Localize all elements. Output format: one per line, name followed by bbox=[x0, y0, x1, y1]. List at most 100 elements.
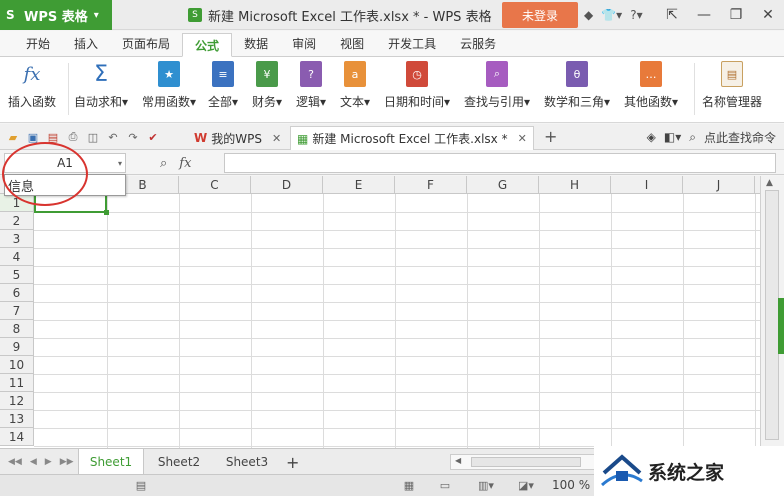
close-icon[interactable]: ✕ bbox=[752, 0, 784, 30]
lookup-functions-button[interactable]: ⌕ 查找与引用▾ bbox=[464, 61, 530, 119]
row-header[interactable]: 4 bbox=[0, 248, 34, 266]
add-tab-icon[interactable]: + bbox=[544, 127, 557, 146]
page-layout-icon[interactable]: ▭ bbox=[438, 479, 452, 493]
app-menu-button[interactable]: S WPS 表格 ▾ bbox=[0, 0, 112, 30]
undo-icon[interactable]: ↶ bbox=[106, 130, 120, 144]
tab-insert[interactable]: 插入 bbox=[62, 32, 110, 56]
print-preview-icon[interactable]: ◫ bbox=[86, 130, 100, 144]
column-header[interactable]: D bbox=[251, 176, 323, 194]
tab-formulas[interactable]: 公式 bbox=[182, 33, 233, 57]
all-functions-button[interactable]: ≡ 全部▾ bbox=[208, 61, 238, 119]
active-cell[interactable] bbox=[34, 193, 109, 215]
vertical-scrollbar[interactable]: ▲ bbox=[760, 176, 784, 448]
scroll-thumb[interactable] bbox=[471, 457, 581, 467]
tab-view[interactable]: 视图 bbox=[328, 32, 376, 56]
row-header[interactable]: 5 bbox=[0, 266, 34, 284]
tab-my-wps[interactable]: W 我的WPS ✕ bbox=[188, 126, 287, 150]
tab-developer[interactable]: 开发工具 bbox=[376, 32, 448, 56]
print-icon[interactable]: ⎙ bbox=[66, 130, 80, 144]
column-header[interactable]: F bbox=[395, 176, 467, 194]
tab-current-document[interactable]: ▦ 新建 Microsoft Excel 工作表.xlsx * ✕ bbox=[290, 126, 534, 150]
sheet-tab-sheet1[interactable]: Sheet1 bbox=[78, 449, 144, 475]
column-header[interactable]: G bbox=[467, 176, 539, 194]
column-header[interactable]: J bbox=[683, 176, 755, 194]
text-functions-button[interactable]: a 文本▾ bbox=[340, 61, 370, 119]
spreadsheet-grid[interactable]: A B C D E F G H I J 1 2 3 4 5 6 7 8 9 10… bbox=[0, 176, 760, 448]
row-header[interactable]: 12 bbox=[0, 392, 34, 410]
help-icon[interactable]: ?▾ bbox=[630, 8, 642, 22]
tab-home[interactable]: 开始 bbox=[14, 32, 62, 56]
math-functions-button[interactable]: θ 数学和三角▾ bbox=[544, 61, 610, 119]
datetime-functions-button[interactable]: ◷ 日期和时间▾ bbox=[384, 61, 450, 119]
other-functions-button[interactable]: … 其他函数▾ bbox=[624, 61, 678, 119]
tab-cloud[interactable]: 云服务 bbox=[448, 32, 508, 56]
export-pdf-icon[interactable]: ▤ bbox=[46, 130, 60, 144]
common-functions-button[interactable]: ★ 常用函数▾ bbox=[142, 61, 196, 119]
login-button[interactable]: 未登录 bbox=[502, 2, 578, 28]
zoom-search-icon[interactable]: ⌕ bbox=[160, 156, 167, 171]
dropdown-item-info[interactable]: 信息 bbox=[8, 176, 34, 195]
name-manager-button[interactable]: ▤ 名称管理器 bbox=[702, 61, 762, 119]
last-sheet-icon[interactable]: ▶▶ bbox=[60, 457, 74, 467]
zoom-level[interactable]: 100 % bbox=[552, 478, 590, 492]
insert-function-button[interactable]: fx 插入函数 bbox=[8, 61, 56, 119]
row-header[interactable]: 13 bbox=[0, 410, 34, 428]
open-folder-icon[interactable]: ▰ bbox=[6, 130, 20, 144]
minimize-icon[interactable]: — bbox=[688, 0, 720, 30]
normal-view-icon[interactable]: ▦ bbox=[402, 479, 416, 493]
save-icon[interactable]: ▣ bbox=[26, 130, 40, 144]
shield-icon[interactable]: ◧▾ bbox=[664, 130, 681, 144]
next-sheet-icon[interactable]: ▶ bbox=[45, 457, 52, 467]
fx-icon[interactable]: fx bbox=[179, 156, 191, 171]
row-header[interactable]: 11 bbox=[0, 374, 34, 392]
scroll-thumb[interactable] bbox=[765, 190, 779, 440]
prev-sheet-icon[interactable]: ◀ bbox=[30, 457, 37, 467]
skin-icon[interactable]: ◆ bbox=[584, 8, 593, 22]
add-sheet-icon[interactable]: + bbox=[286, 449, 299, 475]
restore-icon[interactable]: ❐ bbox=[720, 0, 752, 30]
close-icon[interactable]: ✕ bbox=[272, 132, 281, 145]
row-header[interactable]: 2 bbox=[0, 212, 34, 230]
clock-book-icon: ◷ bbox=[406, 61, 429, 87]
row-header[interactable]: 7 bbox=[0, 302, 34, 320]
tab-review[interactable]: 审阅 bbox=[280, 32, 328, 56]
chevron-down-icon[interactable]: ▾ bbox=[118, 159, 122, 168]
sheet-tab-sheet2[interactable]: Sheet2 bbox=[146, 449, 212, 475]
first-sheet-icon[interactable]: ◀◀ bbox=[8, 457, 22, 467]
page-break-icon[interactable]: ▥▾ bbox=[478, 479, 494, 493]
wps-logo-icon: S bbox=[6, 8, 15, 22]
cube-icon[interactable]: ◈ bbox=[647, 130, 656, 144]
row-header[interactable]: 1 bbox=[0, 194, 34, 212]
scroll-left-icon[interactable]: ◀ bbox=[455, 456, 461, 465]
column-header[interactable]: E bbox=[323, 176, 395, 194]
column-header[interactable]: C bbox=[179, 176, 251, 194]
tab-data[interactable]: 数据 bbox=[232, 32, 280, 56]
reading-mode-icon[interactable]: ◪▾ bbox=[518, 479, 534, 493]
column-header[interactable]: H bbox=[539, 176, 611, 194]
command-search[interactable]: 点此查找命令 bbox=[704, 129, 776, 146]
row-header[interactable]: 6 bbox=[0, 284, 34, 302]
row-header[interactable]: 14 bbox=[0, 428, 34, 446]
row-header[interactable]: 8 bbox=[0, 320, 34, 338]
side-panel-handle[interactable] bbox=[778, 298, 784, 354]
row-header[interactable]: 9 bbox=[0, 338, 34, 356]
scroll-up-icon[interactable]: ▲ bbox=[766, 178, 773, 188]
logic-functions-button[interactable]: ? 逻辑▾ bbox=[296, 61, 326, 119]
name-box[interactable]: A1 ▾ bbox=[4, 153, 126, 173]
customize-icon[interactable]: ✔ bbox=[146, 130, 160, 144]
formula-input[interactable] bbox=[224, 153, 776, 173]
tab-page-layout[interactable]: 页面布局 bbox=[110, 32, 182, 56]
doc-status-icon[interactable]: ▤ bbox=[134, 479, 148, 493]
fullscreen-icon[interactable]: ⇱ bbox=[656, 0, 688, 30]
redo-icon[interactable]: ↷ bbox=[126, 130, 140, 144]
column-header[interactable]: I bbox=[611, 176, 683, 194]
sheet-tab-sheet3[interactable]: Sheet3 bbox=[214, 449, 280, 475]
autosum-button[interactable]: Σ 自动求和▾ bbox=[74, 61, 128, 119]
shirt-icon[interactable]: 👕▾ bbox=[601, 8, 622, 22]
close-icon[interactable]: ✕ bbox=[518, 132, 527, 145]
separator bbox=[694, 63, 695, 115]
row-header[interactable]: 3 bbox=[0, 230, 34, 248]
fill-handle[interactable] bbox=[104, 210, 109, 215]
row-header[interactable]: 10 bbox=[0, 356, 34, 374]
finance-functions-button[interactable]: ¥ 财务▾ bbox=[252, 61, 282, 119]
